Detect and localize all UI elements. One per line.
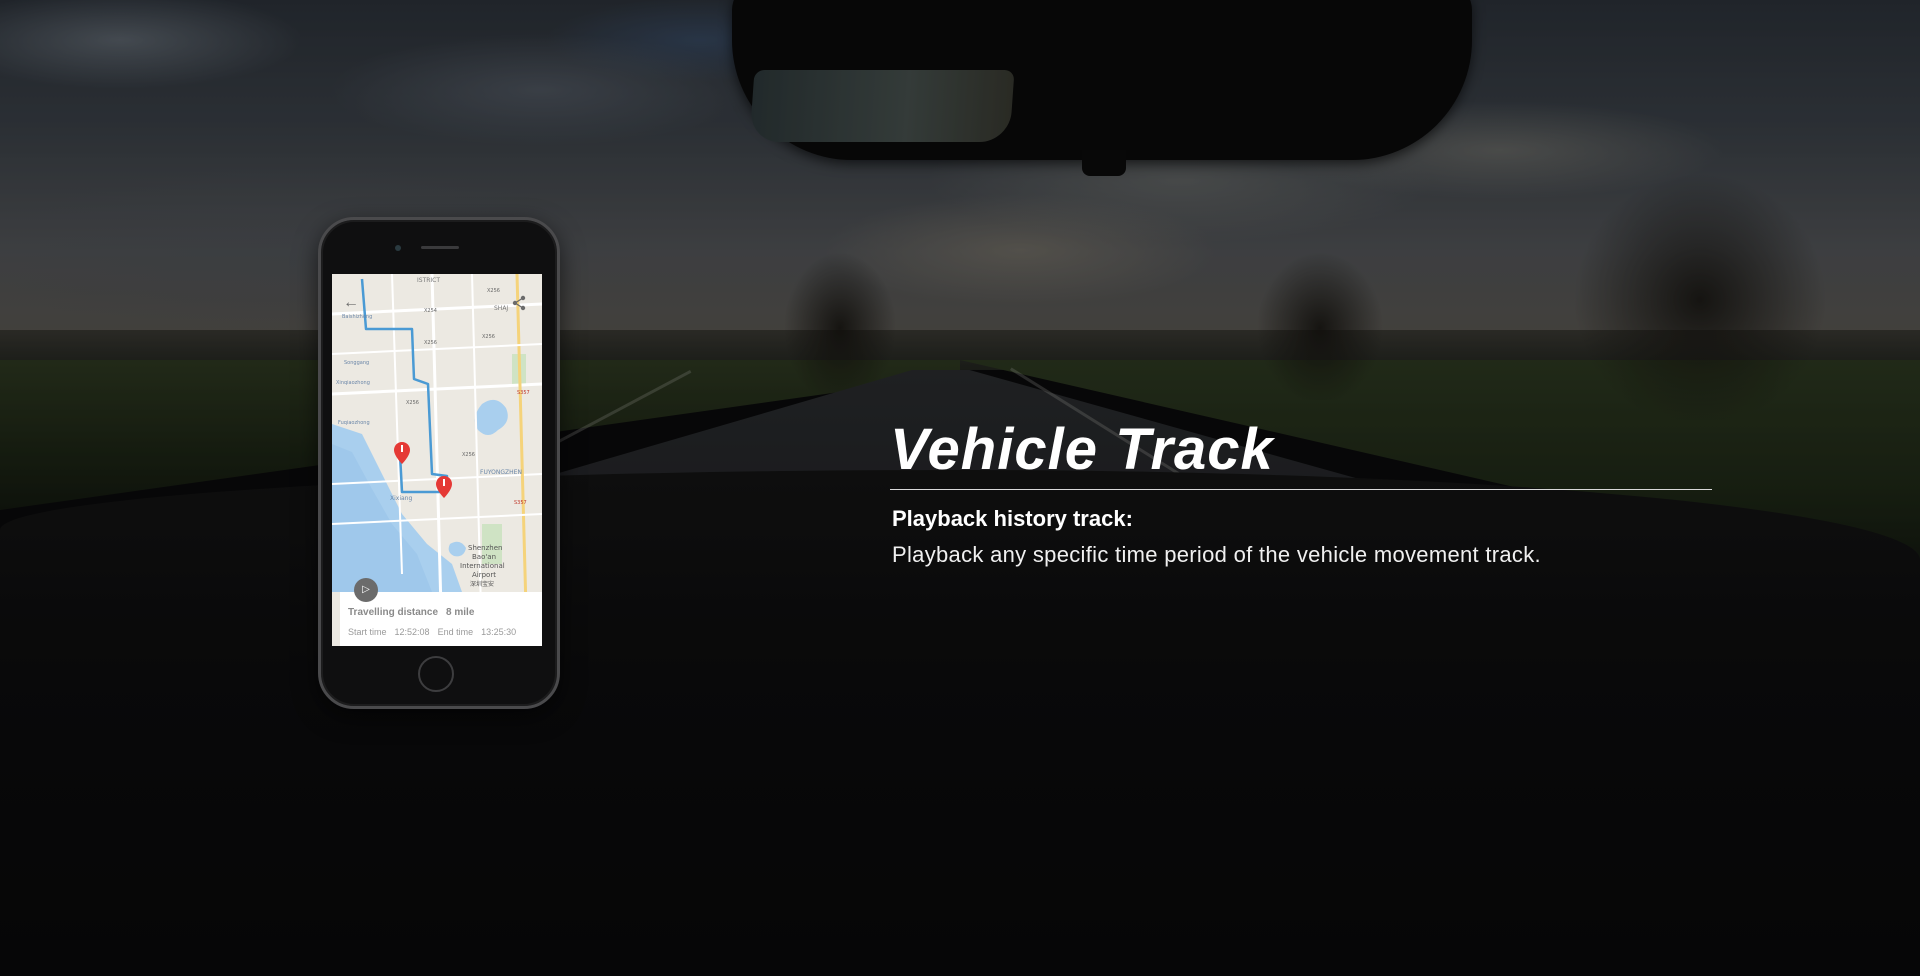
map-label: ISTRICT [417,277,440,284]
arrow-left-icon[interactable]: ← [342,294,360,312]
map-label: International [460,562,505,570]
map-label: Xixiang [390,495,412,502]
map-label: 深圳宝安 [470,580,494,588]
distance-label: Travelling distance [348,607,439,618]
map-label: S357 [517,390,530,396]
map-label: X256 [406,400,419,406]
phone-screen: ISTRICT X256 Baishizhong SHAJ X254 X256 … [332,274,542,646]
map-label: Baishizhong [342,314,372,320]
camera-icon [395,245,401,251]
start-time-value: 12:52:08 [394,627,430,637]
map-label: X256 [482,334,495,340]
feature-description: Playback any specific time period of the… [892,542,1541,567]
dark-overlay [0,0,1920,976]
background-scene [0,0,1920,976]
map-label: X256 [462,452,475,458]
map-label: X254 [424,308,437,314]
distance-value: 8 mile [446,607,475,618]
map-label: Xinqiaozhong [336,380,370,386]
distance-row: Travelling distance 8 mile [348,607,482,618]
share-icon[interactable] [510,294,528,312]
map-label: Fuqiaozhong [338,420,370,426]
end-time-value: 13:25:30 [481,627,517,637]
map-label: Shenzhen [468,544,502,552]
start-time-label: Start time [348,627,387,637]
map-label: FUYONGZHEN [480,469,522,476]
map-label: S357 [514,500,527,506]
map-label: Airport [472,571,496,579]
map-label: SHAJ [494,305,508,312]
play-icon[interactable]: ▷ [354,578,378,602]
hero-title: Vehicle Track [890,417,1274,482]
map-label: X256 [487,288,500,294]
feature-subtitle: Playback history track: [892,506,1133,531]
time-row: Start time 12:52:08 End time 13:25:30 [348,627,524,637]
map-label: Bao'an [472,553,496,561]
phone-mockup: ISTRICT X256 Baishizhong SHAJ X254 X256 … [318,217,560,709]
home-button[interactable] [418,656,454,692]
map-label: X256 [424,340,437,346]
end-time-label: End time [437,627,474,637]
map-label: Songgang [344,360,369,366]
title-divider [890,489,1712,490]
speaker-grille [421,246,459,249]
